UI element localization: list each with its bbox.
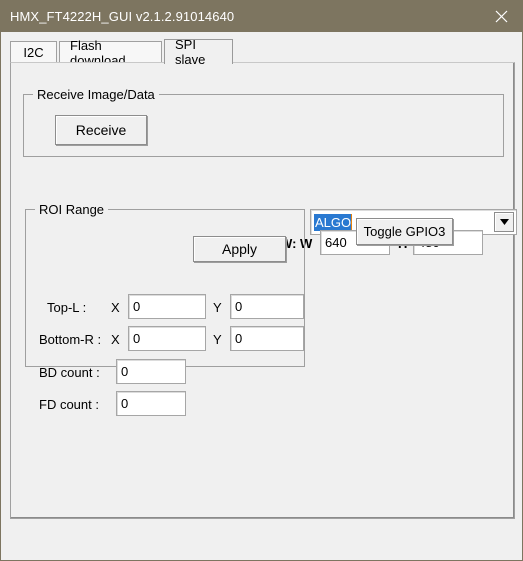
top-left-y-input[interactable]: 0	[230, 294, 304, 319]
tab-page-spi-slave: Receive Image/Data Receive ALGO RAW: W 6…	[10, 62, 517, 519]
bottom-right-y-value: 0	[235, 331, 243, 346]
toggle-gpio3-button[interactable]: Toggle GPIO3	[356, 218, 453, 245]
bottom-right-label: Bottom-R :	[39, 332, 102, 347]
bottom-right-y-input[interactable]: 0	[230, 326, 304, 351]
bottom-right-x-input[interactable]: 0	[128, 326, 206, 351]
tab-i2c[interactable]: I2C	[10, 41, 57, 63]
apply-button[interactable]: Apply	[193, 236, 286, 262]
receive-group-title: Receive Image/Data	[33, 87, 159, 102]
fd-count-value: 0	[121, 396, 129, 411]
bottom-right-x-value: 0	[133, 331, 141, 346]
tab-flash-download[interactable]: Flash download	[59, 38, 162, 68]
application-window: HMX_FT4222H_GUI v2.1.2.91014640 I2C Flas…	[0, 0, 523, 561]
receive-image-data-group: Receive Image/Data Receive ALGO	[23, 87, 517, 235]
window-title: HMX_FT4222H_GUI v2.1.2.91014640	[10, 9, 235, 24]
title-bar: HMX_FT4222H_GUI v2.1.2.91014640	[1, 1, 522, 32]
receive-button[interactable]: Receive	[55, 115, 147, 145]
raw-width-value: 640	[325, 235, 347, 250]
receive-button-label: Receive	[75, 122, 127, 138]
top-left-y-label: Y	[213, 300, 222, 315]
bd-count-label: BD count :	[39, 365, 100, 380]
top-left-x-input[interactable]: 0	[128, 294, 206, 319]
toggle-gpio3-label: Toggle GPIO3	[363, 224, 446, 239]
fd-count-input[interactable]: 0	[116, 391, 186, 416]
data-source-value: ALGO	[314, 213, 353, 231]
bottom-right-y-label: Y	[213, 332, 222, 347]
tab-strip: I2C Flash download SPI slave	[10, 37, 515, 68]
data-source-dropdown-button[interactable]	[494, 212, 514, 232]
tab-i2c-label: I2C	[23, 45, 44, 60]
tab-spi-slave-label: SPI slave	[175, 37, 206, 67]
top-left-x-label: X	[111, 300, 120, 315]
tab-spi-slave[interactable]: SPI slave	[164, 37, 233, 67]
apply-button-label: Apply	[221, 241, 258, 257]
top-left-x-value: 0	[133, 299, 141, 314]
bd-count-value: 0	[121, 364, 129, 379]
roi-group-title: ROI Range	[35, 202, 109, 217]
fd-count-label: FD count :	[39, 397, 99, 412]
bottom-right-x-label: X	[111, 332, 120, 347]
top-left-label: Top-L :	[47, 300, 87, 315]
close-icon	[495, 10, 508, 23]
bd-count-input[interactable]: 0	[116, 359, 186, 384]
close-button[interactable]	[479, 1, 522, 32]
chevron-down-icon	[499, 219, 509, 225]
top-left-y-value: 0	[235, 299, 243, 314]
